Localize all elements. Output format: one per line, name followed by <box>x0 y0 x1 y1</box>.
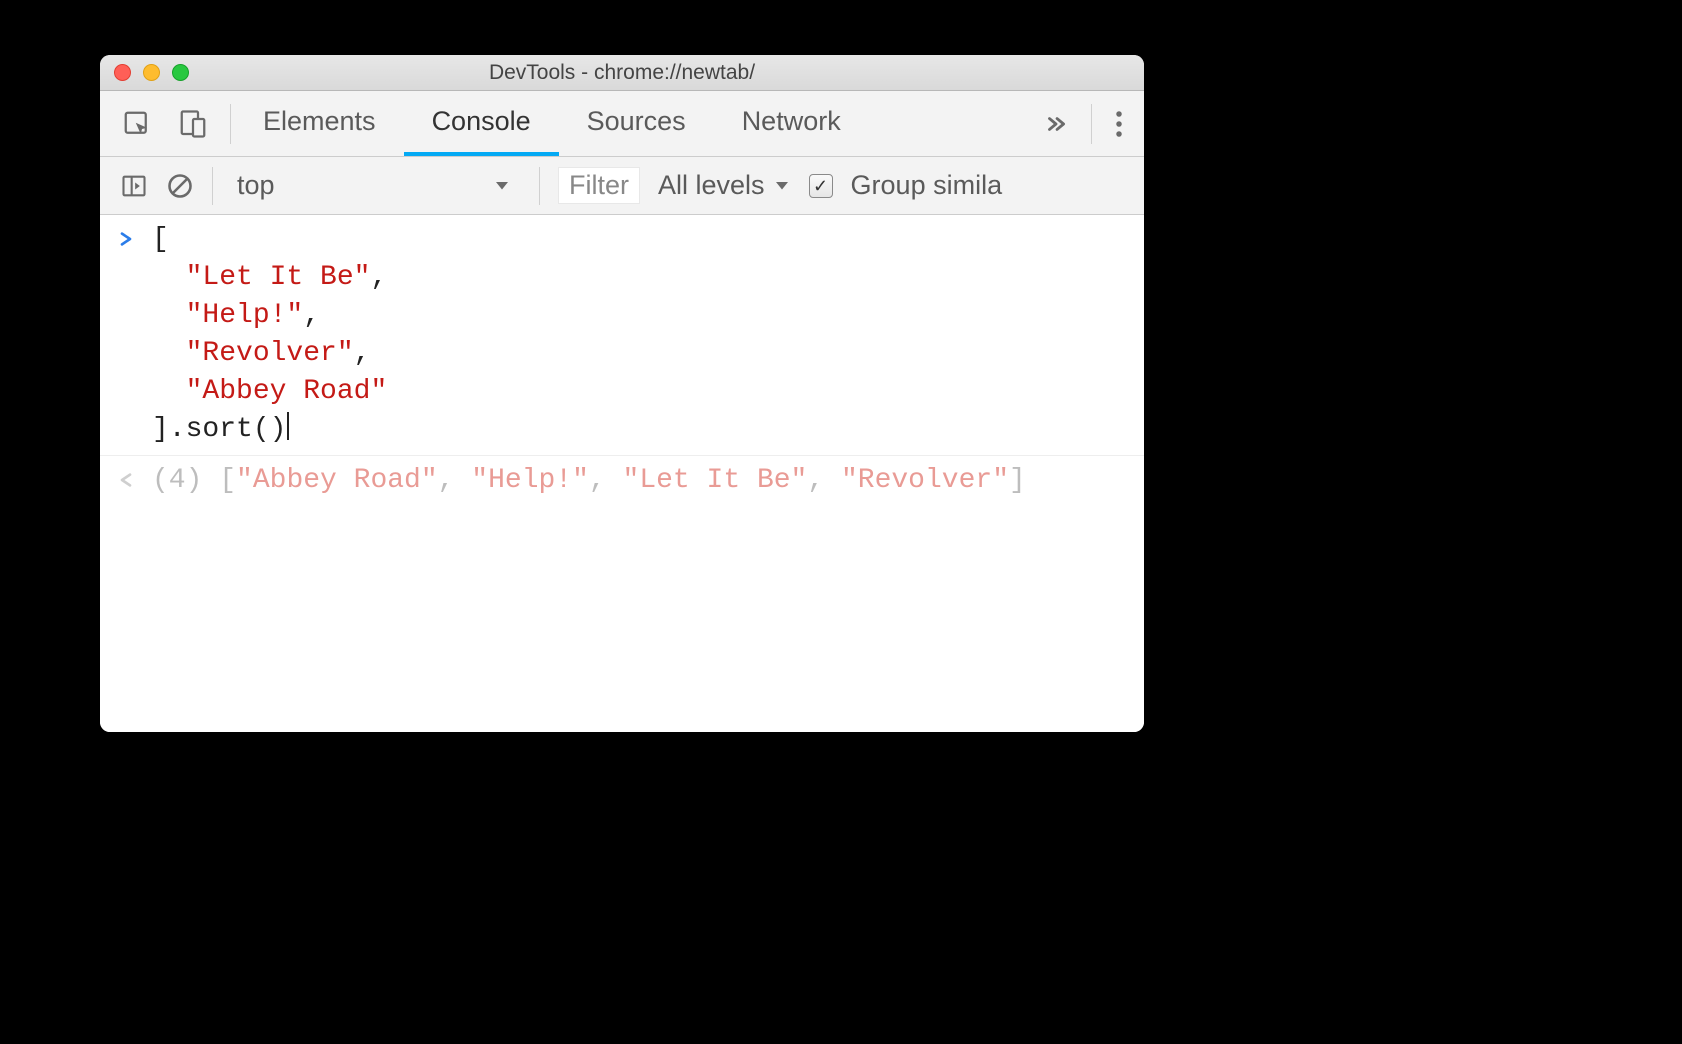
context-label: top <box>237 170 275 201</box>
console-eager-eval-row: (4) ["Abbey Road", "Help!", "Let It Be",… <box>100 455 1144 510</box>
divider <box>212 167 213 205</box>
devtools-tabstrip: Elements Console Sources Network <box>100 91 1144 157</box>
levels-label: All levels <box>658 170 765 201</box>
titlebar: DevTools - chrome://newtab/ <box>100 55 1144 91</box>
devtools-window: DevTools - chrome://newtab/ Elements Con… <box>100 55 1144 732</box>
minimize-window-button[interactable] <box>143 64 160 81</box>
tab-label: Elements <box>263 106 376 137</box>
console-toolbar: top Filter All levels Group simila <box>100 157 1144 215</box>
console-input-code[interactable]: [ "Let It Be", "Help!", "Revolver", "Abb… <box>152 221 1144 449</box>
traffic-lights <box>114 64 189 81</box>
console-body: [ "Let It Be", "Help!", "Revolver", "Abb… <box>100 215 1144 732</box>
log-levels-select[interactable]: All levels <box>658 170 791 201</box>
chevron-down-icon <box>773 170 791 201</box>
filter-placeholder: Filter <box>569 170 629 200</box>
panel-tabs: Elements Console Sources Network <box>235 91 869 156</box>
kebab-menu-icon[interactable] <box>1114 109 1124 139</box>
divider <box>1091 104 1092 144</box>
result-chevron-icon <box>118 469 134 500</box>
zoom-window-button[interactable] <box>172 64 189 81</box>
prompt-chevron-icon <box>118 228 134 259</box>
group-similar-checkbox[interactable] <box>809 174 833 198</box>
tab-sources[interactable]: Sources <box>559 91 714 156</box>
execution-context-select[interactable]: top <box>231 170 521 201</box>
divider <box>230 104 231 144</box>
tab-network[interactable]: Network <box>714 91 869 156</box>
console-eager-eval-text: (4) ["Abbey Road", "Help!", "Let It Be",… <box>152 462 1144 500</box>
tab-label: Console <box>432 106 531 137</box>
chevron-down-icon <box>493 170 511 201</box>
close-window-button[interactable] <box>114 64 131 81</box>
window-title: DevTools - chrome://newtab/ <box>100 61 1144 85</box>
group-similar-label: Group simila <box>851 170 1003 201</box>
device-toolbar-icon[interactable] <box>178 109 208 139</box>
console-input-row[interactable]: [ "Let It Be", "Help!", "Revolver", "Abb… <box>100 215 1144 455</box>
divider <box>539 167 540 205</box>
tab-label: Sources <box>587 106 686 137</box>
console-sidebar-toggle-icon[interactable] <box>120 172 148 200</box>
inspect-element-icon[interactable] <box>122 109 152 139</box>
more-tabs-icon[interactable] <box>1043 111 1069 137</box>
tab-label: Network <box>742 106 841 137</box>
tab-console[interactable]: Console <box>404 91 559 156</box>
clear-console-icon[interactable] <box>166 172 194 200</box>
filter-input[interactable]: Filter <box>558 167 640 204</box>
tab-elements[interactable]: Elements <box>235 91 404 156</box>
